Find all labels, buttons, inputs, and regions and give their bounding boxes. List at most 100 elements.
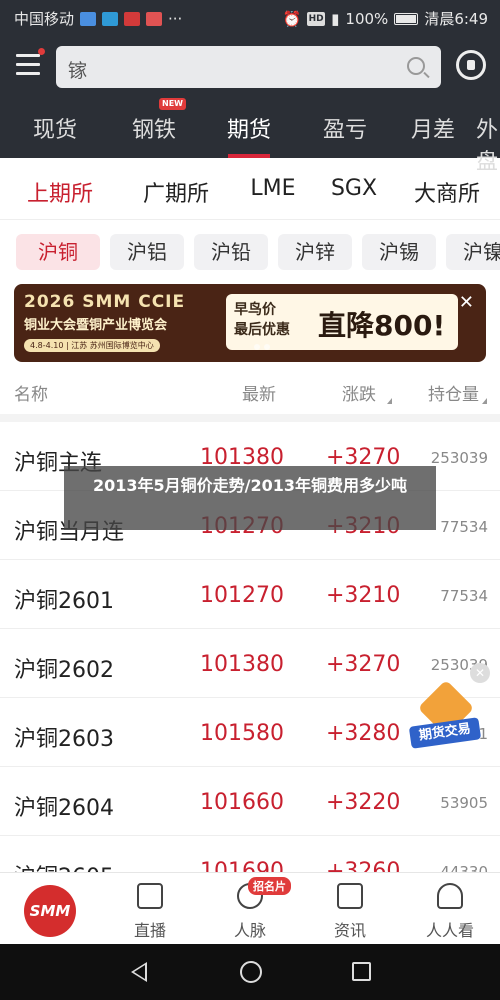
nav-label: 直播 — [133, 921, 166, 940]
futures-trading-widget[interactable]: 期货交易 — [408, 679, 482, 749]
tab-profit-loss[interactable]: 盈亏 — [300, 106, 390, 158]
last-price: 101580 — [200, 721, 284, 746]
tab-label: 钢铁 — [131, 118, 176, 143]
price-change: +3270 — [326, 652, 401, 677]
tab-label: 盈亏 — [322, 118, 367, 143]
search-icon[interactable] — [407, 57, 425, 75]
banner-promo: 早鸟价 最后优惠 直降800! — [226, 294, 458, 350]
commodity-chips: 沪铜 沪铝 沪铅 沪锌 沪锡 沪镍 — [16, 234, 500, 270]
column-last[interactable]: 最新 — [242, 380, 276, 405]
nav-home[interactable]: SMM — [0, 873, 100, 945]
menu-icon[interactable] — [16, 54, 40, 76]
banner-promo-big: 直降800! — [318, 309, 446, 342]
column-change[interactable]: 涨跌 — [342, 380, 376, 405]
telegram-icon — [102, 11, 119, 26]
hd-icon: HD — [307, 11, 326, 26]
tab-dce[interactable]: 大商所 — [394, 158, 500, 219]
chip-copper[interactable]: 沪铜 — [16, 234, 100, 270]
recent-apps-icon[interactable] — [352, 962, 371, 981]
price-change: +3220 — [326, 790, 401, 815]
battery-icon — [394, 12, 419, 25]
clock: 清晨6:49 — [424, 10, 488, 28]
search-input[interactable]: 镓 — [56, 46, 441, 88]
contract-name: 沪铜2603 — [14, 727, 114, 752]
search-query: 镓 — [68, 60, 88, 82]
tab-gfex[interactable]: 广期所 — [120, 158, 232, 219]
open-interest: 77534 — [440, 518, 488, 536]
system-nav-bar — [0, 944, 500, 1000]
open-interest: 77534 — [440, 587, 488, 605]
nav-label: 人人看 — [425, 921, 474, 940]
heart-icon — [437, 883, 463, 909]
nav-live[interactable]: 直播 — [100, 873, 200, 945]
chip-nickel[interactable]: 沪镍 — [446, 234, 500, 270]
business-card-badge: 招名片 — [248, 877, 291, 895]
tab-shfe[interactable]: 上期所 — [0, 158, 120, 219]
last-price: 101380 — [200, 652, 284, 677]
banner-date: 4.8-4.10 | 江苏 苏州国际博览中心 — [24, 339, 160, 352]
tab-label: 期货 — [226, 118, 271, 143]
nav-news[interactable]: 资讯 — [300, 873, 400, 945]
last-price: 101270 — [200, 583, 284, 608]
app-notification-icon — [124, 11, 141, 26]
float-close-icon[interactable]: ✕ — [470, 663, 490, 683]
price-change: +3280 — [326, 721, 401, 746]
divider — [0, 414, 500, 422]
chip-tin[interactable]: 沪锡 — [362, 234, 436, 270]
column-open-interest[interactable]: 持仓量 — [428, 380, 479, 405]
notification-dot — [38, 48, 45, 55]
nav-label: 人脉 — [233, 921, 266, 940]
table-row[interactable]: 沪铜2601 101270 +3210 77534 — [0, 560, 500, 629]
smm-logo-icon: SMM — [24, 885, 76, 937]
tab-sgx[interactable]: SGX — [314, 158, 394, 219]
column-name: 名称 — [14, 385, 48, 405]
chip-lead[interactable]: 沪铅 — [194, 234, 268, 270]
contract-name: 沪铜2602 — [14, 658, 114, 683]
signal-icon: ▮ — [331, 9, 340, 28]
table-header: 名称 最新 涨跌 持仓量 — [0, 370, 500, 414]
tab-steel[interactable]: 钢铁 NEW — [110, 98, 198, 158]
status-bar: 中国移动 ··· ⏰ HD ▮ 100% 清晨6:49 — [0, 0, 500, 34]
alarm-icon: ⏰ — [282, 9, 302, 28]
tab-month-spread[interactable]: 月差 — [390, 106, 476, 158]
news-icon — [337, 883, 363, 909]
chip-aluminum[interactable]: 沪铝 — [110, 234, 184, 270]
nav-label: 资讯 — [333, 921, 366, 940]
message-icon — [146, 11, 163, 26]
contract-name: 沪铜2604 — [14, 796, 114, 821]
banner-subtitle: 铜业大会暨铜产业博览会 — [24, 318, 168, 333]
futures-trading-label: 期货交易 — [408, 717, 482, 749]
banner-pagination — [254, 344, 270, 350]
home-icon[interactable] — [240, 961, 262, 983]
battery-percent: 100% — [345, 9, 389, 28]
chip-zinc[interactable]: 沪锌 — [278, 234, 352, 270]
open-interest: 53905 — [440, 794, 488, 812]
banner-promo-small: 早鸟价 最后优惠 — [234, 302, 290, 338]
back-icon[interactable] — [131, 962, 147, 982]
promo-banner[interactable]: 2026 SMM CCIE 铜业大会暨铜产业博览会 4.8-4.10 | 江苏 … — [14, 284, 486, 362]
tab-label: 月差 — [410, 118, 455, 143]
tab-lme[interactable]: LME — [232, 158, 314, 219]
tv-icon — [137, 883, 163, 909]
banner-close-icon[interactable]: ✕ — [459, 292, 474, 313]
last-price: 101660 — [200, 790, 284, 815]
tab-overseas[interactable]: 外盘 — [476, 106, 500, 175]
table-row[interactable]: 沪铜2604 101660 +3220 53905 — [0, 767, 500, 836]
more-notifications-icon: ··· — [168, 9, 183, 28]
customer-service-icon[interactable] — [456, 50, 486, 80]
bottom-nav: SMM 直播 人脉 招名片 资讯 人人看 — [0, 872, 500, 944]
tab-label: 现货 — [32, 118, 77, 143]
sort-icon — [482, 398, 487, 404]
tab-futures[interactable]: 期货 — [198, 106, 300, 158]
overlay-caption: 2013年5月铜价走势/2013年铜费用多少吨 — [64, 466, 436, 530]
app-header: 镓 现货 钢铁 NEW 期货 盈亏 月差 外盘 — [0, 34, 500, 175]
banner-title: 2026 SMM CCIE — [24, 292, 186, 312]
carrier-label: 中国移动 — [14, 10, 75, 28]
nav-everyone-watch[interactable]: 人人看 — [400, 873, 500, 945]
exchange-tabs: 上期所 广期所 LME SGX 大商所 — [0, 158, 500, 220]
open-interest: 253039 — [430, 449, 488, 467]
tab-spot[interactable]: 现货 — [0, 106, 110, 158]
price-change: +3210 — [326, 583, 401, 608]
contract-name: 沪铜2601 — [14, 589, 114, 614]
new-badge: NEW — [159, 98, 186, 110]
